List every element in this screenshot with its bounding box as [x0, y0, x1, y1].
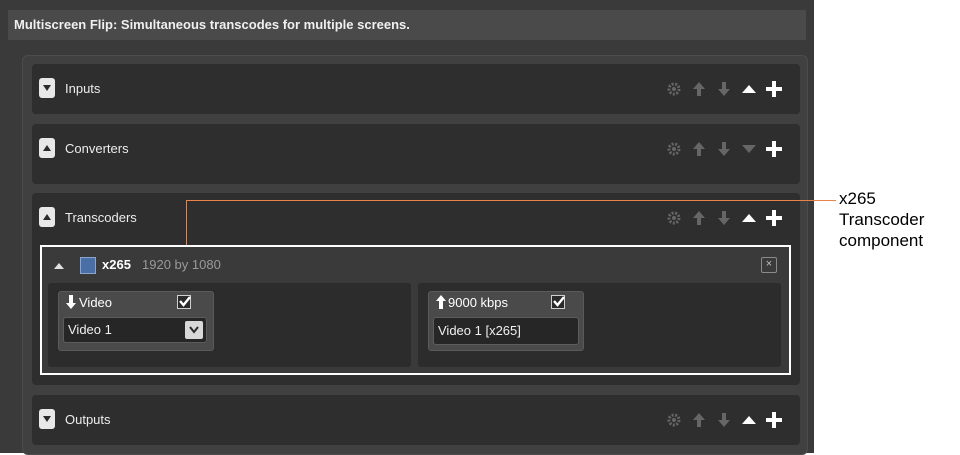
transcoder-component-x265: x265 1920 by 1080 × Video Video 1 9000 k… [40, 245, 791, 375]
input-pin-checkbox[interactable] [177, 295, 191, 309]
gear-icon[interactable] [666, 411, 682, 429]
gear-icon[interactable] [666, 80, 682, 98]
window-title: Multiscreen Flip: Simultaneous transcode… [8, 10, 806, 40]
output-pin-checkbox[interactable] [551, 295, 565, 309]
arrow-up-icon[interactable] [691, 411, 707, 429]
callout-line-3: component [839, 231, 924, 250]
callout-line-horizontal [186, 200, 836, 201]
section-outputs: Outputs [32, 395, 800, 445]
collapse-caret-icon[interactable] [741, 80, 757, 98]
chevron-up-icon [43, 214, 51, 220]
section-label: Transcoders [65, 210, 137, 225]
arrow-down-icon[interactable] [716, 411, 732, 429]
arrow-up-icon[interactable] [691, 80, 707, 98]
input-pin-panel: Video Video 1 [48, 283, 411, 367]
arrow-down-icon[interactable] [716, 80, 732, 98]
gear-icon[interactable] [666, 140, 682, 158]
arrow-down-icon [66, 295, 76, 309]
plus-icon[interactable] [766, 140, 782, 158]
gear-icon[interactable] [666, 209, 682, 227]
input-pin-node: Video Video 1 [58, 291, 214, 351]
arrow-up-icon[interactable] [691, 209, 707, 227]
checkmark-icon [553, 296, 565, 307]
chevron-down-icon [43, 85, 51, 91]
output-value-field: Video 1 [x265] [433, 317, 579, 345]
collapse-toggle-button[interactable] [39, 207, 55, 227]
plus-icon[interactable] [766, 411, 782, 429]
chevron-down-icon [43, 416, 51, 422]
app-window: Multiscreen Flip: Simultaneous transcode… [0, 0, 814, 455]
component-dimensions: 1920 by 1080 [142, 257, 221, 272]
output-pin-label: 9000 kbps [448, 295, 508, 310]
plus-icon[interactable] [766, 209, 782, 227]
arrow-down-icon[interactable] [716, 140, 732, 158]
arrow-down-icon[interactable] [716, 209, 732, 227]
section-label: Outputs [65, 412, 111, 427]
dropdown-value: Video 1 [68, 322, 112, 337]
output-pin-node: 9000 kbps Video 1 [x265] [428, 291, 584, 351]
section-header: Inputs [32, 64, 800, 114]
plus-icon[interactable] [766, 80, 782, 98]
expand-toggle-button[interactable] [39, 78, 55, 98]
component-name: x265 [102, 257, 131, 272]
arrow-up-icon[interactable] [691, 140, 707, 158]
section-header: Outputs [32, 395, 800, 445]
chevron-down-icon [189, 326, 199, 334]
chevron-up-icon[interactable] [54, 261, 64, 271]
collapse-caret-icon[interactable] [741, 411, 757, 429]
output-value: Video 1 [x265] [438, 323, 521, 338]
input-select-dropdown[interactable]: Video 1 [63, 317, 207, 343]
output-pin-panel: 9000 kbps Video 1 [x265] [418, 283, 781, 367]
input-pin-label: Video [79, 295, 113, 310]
collapse-toggle-button[interactable] [39, 138, 55, 158]
expand-toggle-button[interactable] [39, 409, 55, 429]
callout-line-1: x265 [839, 189, 876, 208]
dropdown-button[interactable] [185, 321, 203, 339]
section-label: Converters [65, 141, 129, 156]
callout-label: x265 Transcoder component [839, 188, 924, 251]
callout-line-2: Transcoder [839, 210, 925, 229]
checkmark-icon [179, 296, 191, 307]
section-converters: Converters [32, 124, 800, 184]
chevron-up-icon [43, 145, 51, 151]
section-label: Inputs [65, 81, 101, 96]
close-icon[interactable]: × [761, 257, 777, 273]
collapse-caret-icon[interactable] [741, 209, 757, 227]
callout-line-vertical [186, 200, 187, 245]
section-header: Converters [32, 124, 800, 174]
section-inputs: Inputs [32, 64, 800, 114]
arrow-up-icon [436, 295, 446, 309]
expand-caret-icon[interactable] [741, 140, 757, 158]
film-icon [80, 257, 96, 274]
